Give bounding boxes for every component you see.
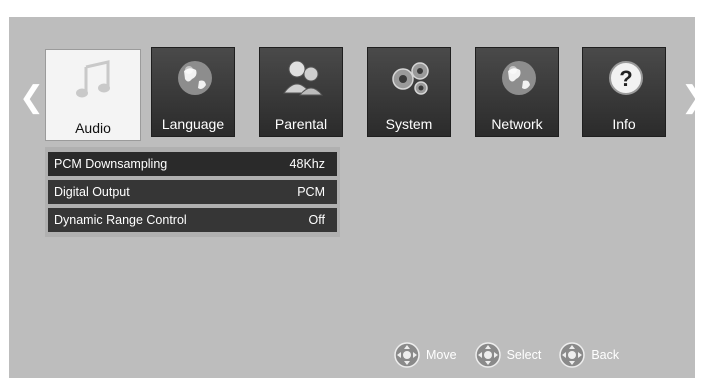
question-icon: ?	[603, 58, 649, 98]
setting-label: PCM Downsampling	[54, 157, 168, 171]
setting-value: 48Khz	[289, 157, 325, 171]
setting-value: Off	[308, 213, 325, 227]
hint-select: Select	[474, 342, 542, 368]
svg-text:?: ?	[619, 66, 632, 91]
music-note-icon	[71, 60, 117, 100]
globe-icon	[172, 58, 218, 98]
tab-label: Audio	[75, 120, 111, 136]
hint-label: Select	[506, 348, 542, 362]
audio-settings-menu: PCM Downsampling 48Khz Digital Output PC…	[45, 147, 340, 237]
hint-move: Move	[394, 342, 457, 368]
menu-row-pcm-downsampling[interactable]: PCM Downsampling 48Khz	[48, 152, 337, 176]
tab-label: Info	[612, 116, 636, 132]
users-icon	[280, 58, 326, 98]
tab-label: Language	[161, 116, 225, 132]
setting-value: PCM	[297, 185, 325, 199]
dpad-icon	[559, 342, 586, 368]
hint-label: Move	[426, 348, 457, 362]
hint-label: Back	[591, 348, 620, 362]
tab-label: Network	[491, 116, 543, 132]
tab-parental[interactable]: Parental	[259, 47, 343, 137]
menu-row-dynamic-range-control[interactable]: Dynamic Range Control Off	[48, 208, 337, 232]
tab-info[interactable]: ? Info	[582, 47, 666, 137]
chevron-left-icon[interactable]: ❮	[19, 83, 44, 113]
chevron-right-icon[interactable]: ❯	[681, 83, 704, 113]
menu-row-digital-output[interactable]: Digital Output PCM	[48, 180, 337, 204]
tab-network[interactable]: Network	[475, 47, 559, 137]
tab-label: System	[385, 116, 433, 132]
dpad-icon	[474, 342, 501, 368]
globe-icon	[496, 58, 542, 98]
tab-language[interactable]: Language	[151, 47, 235, 137]
setting-label: Dynamic Range Control	[54, 213, 187, 227]
gears-icon	[388, 58, 434, 98]
dpad-icon	[394, 342, 420, 368]
settings-screen: ❮ ❯ Audio Language Parental System Netwo…	[9, 17, 704, 378]
hint-back: Back	[559, 342, 619, 368]
tab-label: Parental	[274, 116, 328, 132]
tab-system[interactable]: System	[367, 47, 451, 137]
tab-audio[interactable]: Audio	[45, 49, 141, 141]
key-hints: Move Select Back	[394, 342, 637, 368]
setting-label: Digital Output	[54, 185, 130, 199]
